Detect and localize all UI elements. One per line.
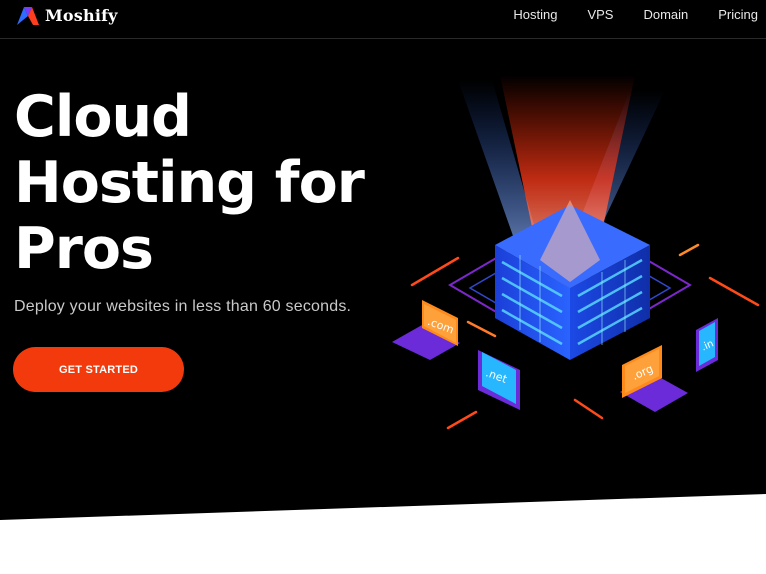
main-nav: Hosting VPS Domain Pricing [483, 7, 766, 22]
tablet-net: .net [478, 350, 520, 410]
hero-section: Moshify Hosting VPS Domain Pricing Cloud… [0, 0, 766, 520]
headline-line-3: Pros [14, 216, 154, 282]
nav-link-hosting[interactable]: Hosting [513, 7, 557, 22]
brand-name: Moshify [45, 5, 118, 25]
headline-line-1: Cloud [14, 84, 192, 150]
brand-logo[interactable]: Moshify [16, 4, 118, 26]
get-started-button[interactable]: GET STARTED [13, 347, 184, 392]
moshify-logo-icon [17, 7, 39, 25]
hero-headline: Cloud Hosting for Pros [14, 84, 394, 282]
hero-subtitle: Deploy your websites in less than 60 sec… [14, 298, 352, 315]
nav-link-domain[interactable]: Domain [643, 7, 688, 22]
nav-link-vps[interactable]: VPS [587, 7, 613, 22]
navbar: Moshify Hosting VPS Domain Pricing [0, 0, 766, 39]
nav-link-pricing[interactable]: Pricing [718, 7, 758, 22]
headline-line-2: Hosting for [14, 150, 365, 216]
laptop-org: .org [620, 345, 688, 412]
phone-in: .in [696, 318, 718, 372]
laptop-com: .com [392, 300, 460, 360]
cloud-server-illustration: .com .net .org .in [392, 75, 760, 430]
